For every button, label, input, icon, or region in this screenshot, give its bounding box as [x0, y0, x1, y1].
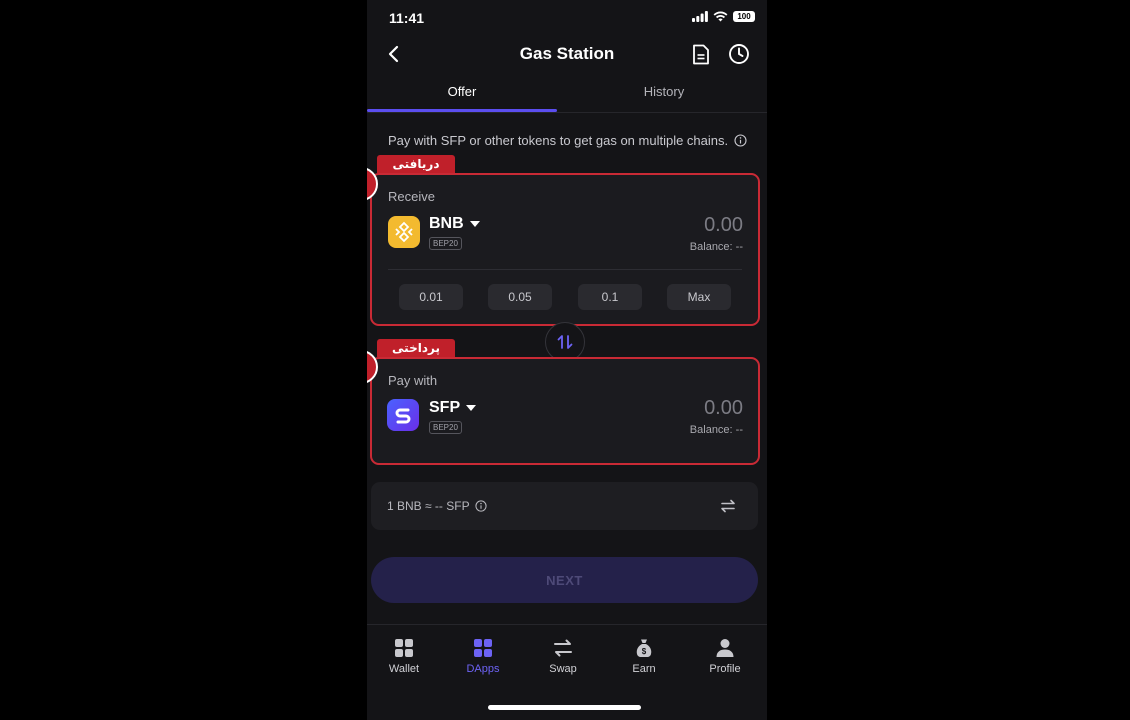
info-icon[interactable]	[734, 134, 747, 147]
pay-token-name: SFP	[429, 399, 477, 417]
pay-token-symbol: SFP	[429, 399, 461, 416]
receive-balance: Balance: --	[689, 241, 743, 253]
info-icon[interactable]	[475, 500, 487, 512]
tab-history[interactable]: History	[569, 84, 759, 99]
receive-label: Receive	[388, 189, 435, 204]
caret-down-icon	[466, 405, 477, 411]
tab-offer[interactable]: Offer	[367, 84, 557, 99]
swap-vertical-icon	[557, 335, 573, 349]
quick-amount-0.01[interactable]: 0.01	[399, 284, 463, 310]
description: Pay with SFP or other tokens to get gas …	[388, 133, 747, 148]
nav-earn[interactable]: $ Earn	[604, 638, 684, 675]
clock-icon	[729, 44, 749, 64]
exchange-rate: 1 BNB ≈ -- SFP	[387, 499, 487, 513]
nav-dapps[interactable]: DApps	[443, 638, 523, 675]
nav-dapps-label: DApps	[466, 663, 500, 675]
quick-amount-max[interactable]: Max	[667, 284, 731, 310]
status-time: 11:41	[389, 10, 425, 26]
nav-earn-label: Earn	[632, 663, 656, 675]
history-clock-button[interactable]	[726, 41, 752, 67]
pay-card: Pay with SFP BEP20 0.00 Balance: --	[370, 357, 760, 465]
receive-annotation-label: دریافتی	[377, 155, 455, 173]
exchange-rate-box: 1 BNB ≈ -- SFP	[371, 482, 758, 530]
receive-token-symbol: BNB	[429, 215, 464, 232]
document-icon	[693, 44, 709, 64]
receive-card: Receive BNB BEP20 0.00 Balance: -- 0.01 …	[370, 173, 760, 326]
swap-arrows-icon	[554, 639, 572, 657]
pay-amount[interactable]: 0.00	[704, 397, 743, 420]
receive-token-name: BNB	[429, 215, 480, 233]
next-button[interactable]: NEXT	[371, 557, 758, 603]
dapps-grid-icon	[474, 639, 492, 657]
bnb-token-icon	[388, 216, 420, 248]
description-text: Pay with SFP or other tokens to get gas …	[388, 133, 729, 148]
nav-profile[interactable]: Profile	[685, 638, 765, 675]
pay-chain-badge: BEP20	[429, 421, 462, 434]
caret-down-icon	[469, 221, 480, 227]
pay-label: Pay with	[388, 373, 438, 388]
exchange-rate-text: 1 BNB ≈ -- SFP	[387, 499, 470, 513]
swap-rate-icon[interactable]	[720, 499, 736, 513]
signal-icon	[692, 11, 708, 22]
nav-wallet[interactable]: Wallet	[367, 638, 444, 675]
document-button[interactable]	[688, 41, 714, 67]
wifi-icon	[713, 11, 728, 22]
receive-divider	[388, 269, 742, 270]
receive-chain-badge: BEP20	[429, 237, 462, 250]
nav-wallet-label: Wallet	[388, 663, 420, 675]
pay-balance: Balance: --	[689, 424, 743, 436]
quick-amount-0.05[interactable]: 0.05	[488, 284, 552, 310]
nav-profile-label: Profile	[709, 663, 741, 675]
status-icons: 100	[692, 11, 755, 22]
tab-divider	[367, 112, 767, 113]
battery-icon: 100	[733, 11, 755, 22]
pay-token-selector[interactable]: SFP BEP20	[429, 399, 477, 435]
quick-amount-0.1[interactable]: 0.1	[578, 284, 642, 310]
money-bag-icon: $	[636, 639, 652, 657]
phone-screen: 11:41 100 Gas Station Offer History Pay …	[367, 0, 767, 720]
svg-text:$: $	[642, 647, 647, 656]
tab-active-indicator	[367, 109, 557, 112]
home-indicator	[488, 705, 641, 710]
sfp-token-icon	[387, 399, 419, 431]
nav-swap-label: Swap	[549, 663, 577, 675]
nav-swap[interactable]: Swap	[523, 638, 603, 675]
bottom-nav-divider	[367, 624, 767, 625]
wallet-grid-icon	[395, 639, 413, 657]
pay-annotation-label: پرداختی	[377, 339, 455, 357]
swap-direction-button[interactable]	[545, 322, 585, 362]
receive-amount[interactable]: 0.00	[704, 214, 743, 237]
receive-token-selector[interactable]: BNB BEP20	[429, 215, 480, 251]
person-icon	[716, 639, 734, 657]
